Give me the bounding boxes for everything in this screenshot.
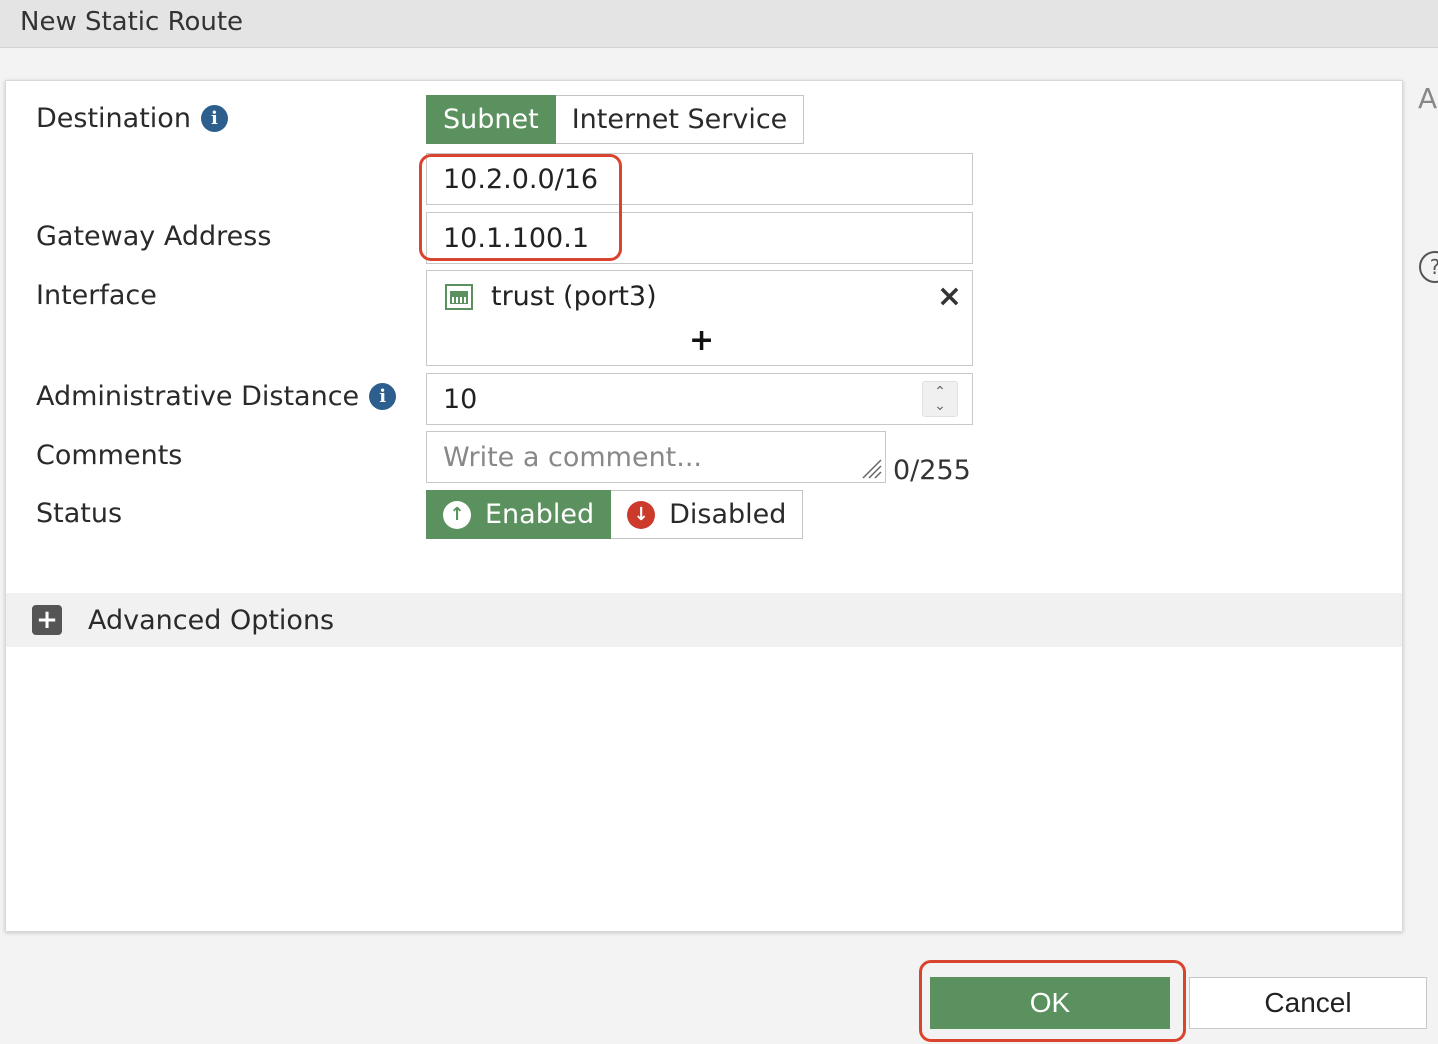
destination-internet-service-option[interactable]: Internet Service — [555, 95, 805, 144]
expand-plus-icon: + — [32, 605, 62, 635]
status-toggle: ↑ Enabled ↓ Disabled — [426, 490, 804, 539]
status-enabled-option[interactable]: ↑ Enabled — [426, 490, 612, 539]
arrow-up-circle-icon: ↑ — [443, 500, 471, 529]
ok-button[interactable]: OK — [930, 977, 1170, 1029]
destination-subnet-option[interactable]: Subnet — [426, 95, 556, 144]
static-route-form: Destination i Subnet Internet Service 10… — [5, 80, 1403, 932]
advanced-options-label: Advanced Options — [88, 604, 335, 636]
resize-grip-icon[interactable] — [859, 456, 883, 480]
help-icon[interactable]: ? — [1419, 251, 1438, 283]
admin-distance-value: 10 — [443, 383, 478, 415]
add-interface-icon[interactable]: + — [689, 323, 714, 358]
admin-distance-label: Administrative Distance i — [36, 381, 397, 412]
comments-label: Comments — [36, 440, 183, 471]
status-disabled-option[interactable]: ↓ Disabled — [611, 490, 804, 539]
comments-textarea[interactable]: Write a comment... — [426, 431, 886, 483]
side-panel-letter: A — [1418, 82, 1438, 115]
window-title: New Static Route — [20, 7, 244, 37]
admin-distance-input[interactable]: 10 ⌃ ⌄ — [426, 373, 973, 425]
info-icon[interactable]: i — [369, 383, 397, 410]
cancel-button[interactable]: Cancel — [1189, 977, 1427, 1029]
interface-name: trust (port3) — [491, 281, 657, 312]
destination-label: Destination i — [36, 103, 228, 134]
destination-subnet-input[interactable]: 10.2.0.0/16 — [426, 153, 973, 205]
number-stepper[interactable]: ⌃ ⌄ — [922, 381, 958, 417]
gateway-label: Gateway Address — [36, 221, 272, 252]
status-label: Status — [36, 498, 123, 529]
comment-char-counter: 0/255 — [893, 455, 971, 486]
chevron-up-icon[interactable]: ⌃ — [934, 385, 946, 399]
remove-interface-icon[interactable]: × — [937, 279, 962, 314]
interface-selector[interactable]: trust (port3) × + — [426, 270, 973, 366]
advanced-options-toggle[interactable]: + Advanced Options — [6, 593, 1402, 647]
info-icon[interactable]: i — [200, 105, 228, 132]
interface-chip: trust (port3) — [445, 281, 657, 312]
chevron-down-icon[interactable]: ⌄ — [934, 399, 946, 413]
gateway-address-input[interactable]: 10.1.100.1 — [426, 212, 973, 264]
network-port-icon — [445, 283, 473, 310]
comments-placeholder: Write a comment... — [443, 441, 703, 473]
interface-label: Interface — [36, 280, 157, 311]
destination-type-toggle: Subnet Internet Service — [426, 95, 805, 144]
arrow-down-circle-icon: ↓ — [627, 500, 656, 529]
title-bar: New Static Route — [0, 0, 1438, 48]
